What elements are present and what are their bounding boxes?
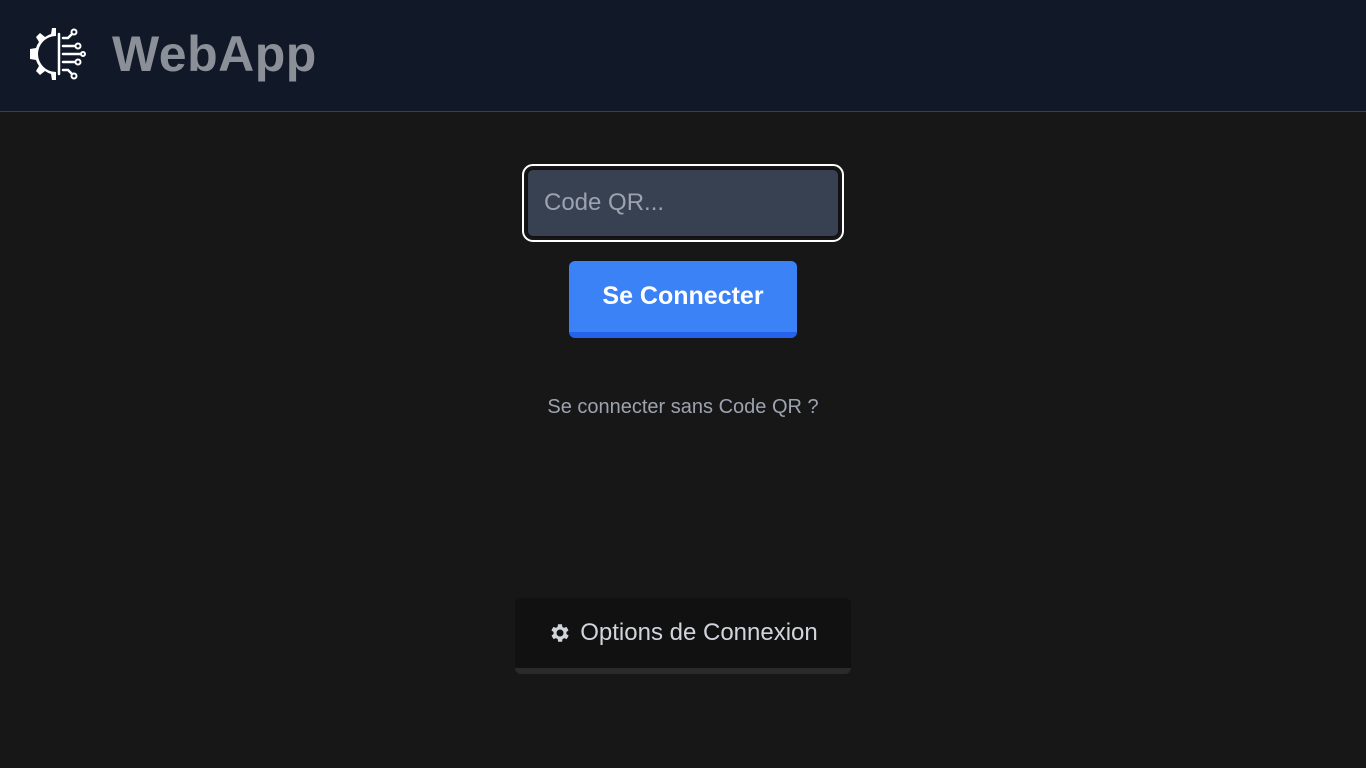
gear-icon	[551, 624, 569, 642]
connection-options-label: Options de Connexion	[580, 619, 818, 646]
qr-code-input[interactable]	[522, 164, 844, 242]
login-panel: Se Connecter Se connecter sans Code QR ?…	[0, 112, 1366, 768]
connect-button[interactable]: Se Connecter	[569, 261, 797, 338]
login-without-qr-link[interactable]: Se connecter sans Code QR ?	[0, 396, 1366, 419]
brand-title: WebApp	[112, 26, 317, 82]
app-header: WebApp	[0, 0, 1366, 112]
gear-circuit-logo-icon	[30, 28, 86, 80]
connection-options-button[interactable]: Options de Connexion	[515, 598, 851, 674]
